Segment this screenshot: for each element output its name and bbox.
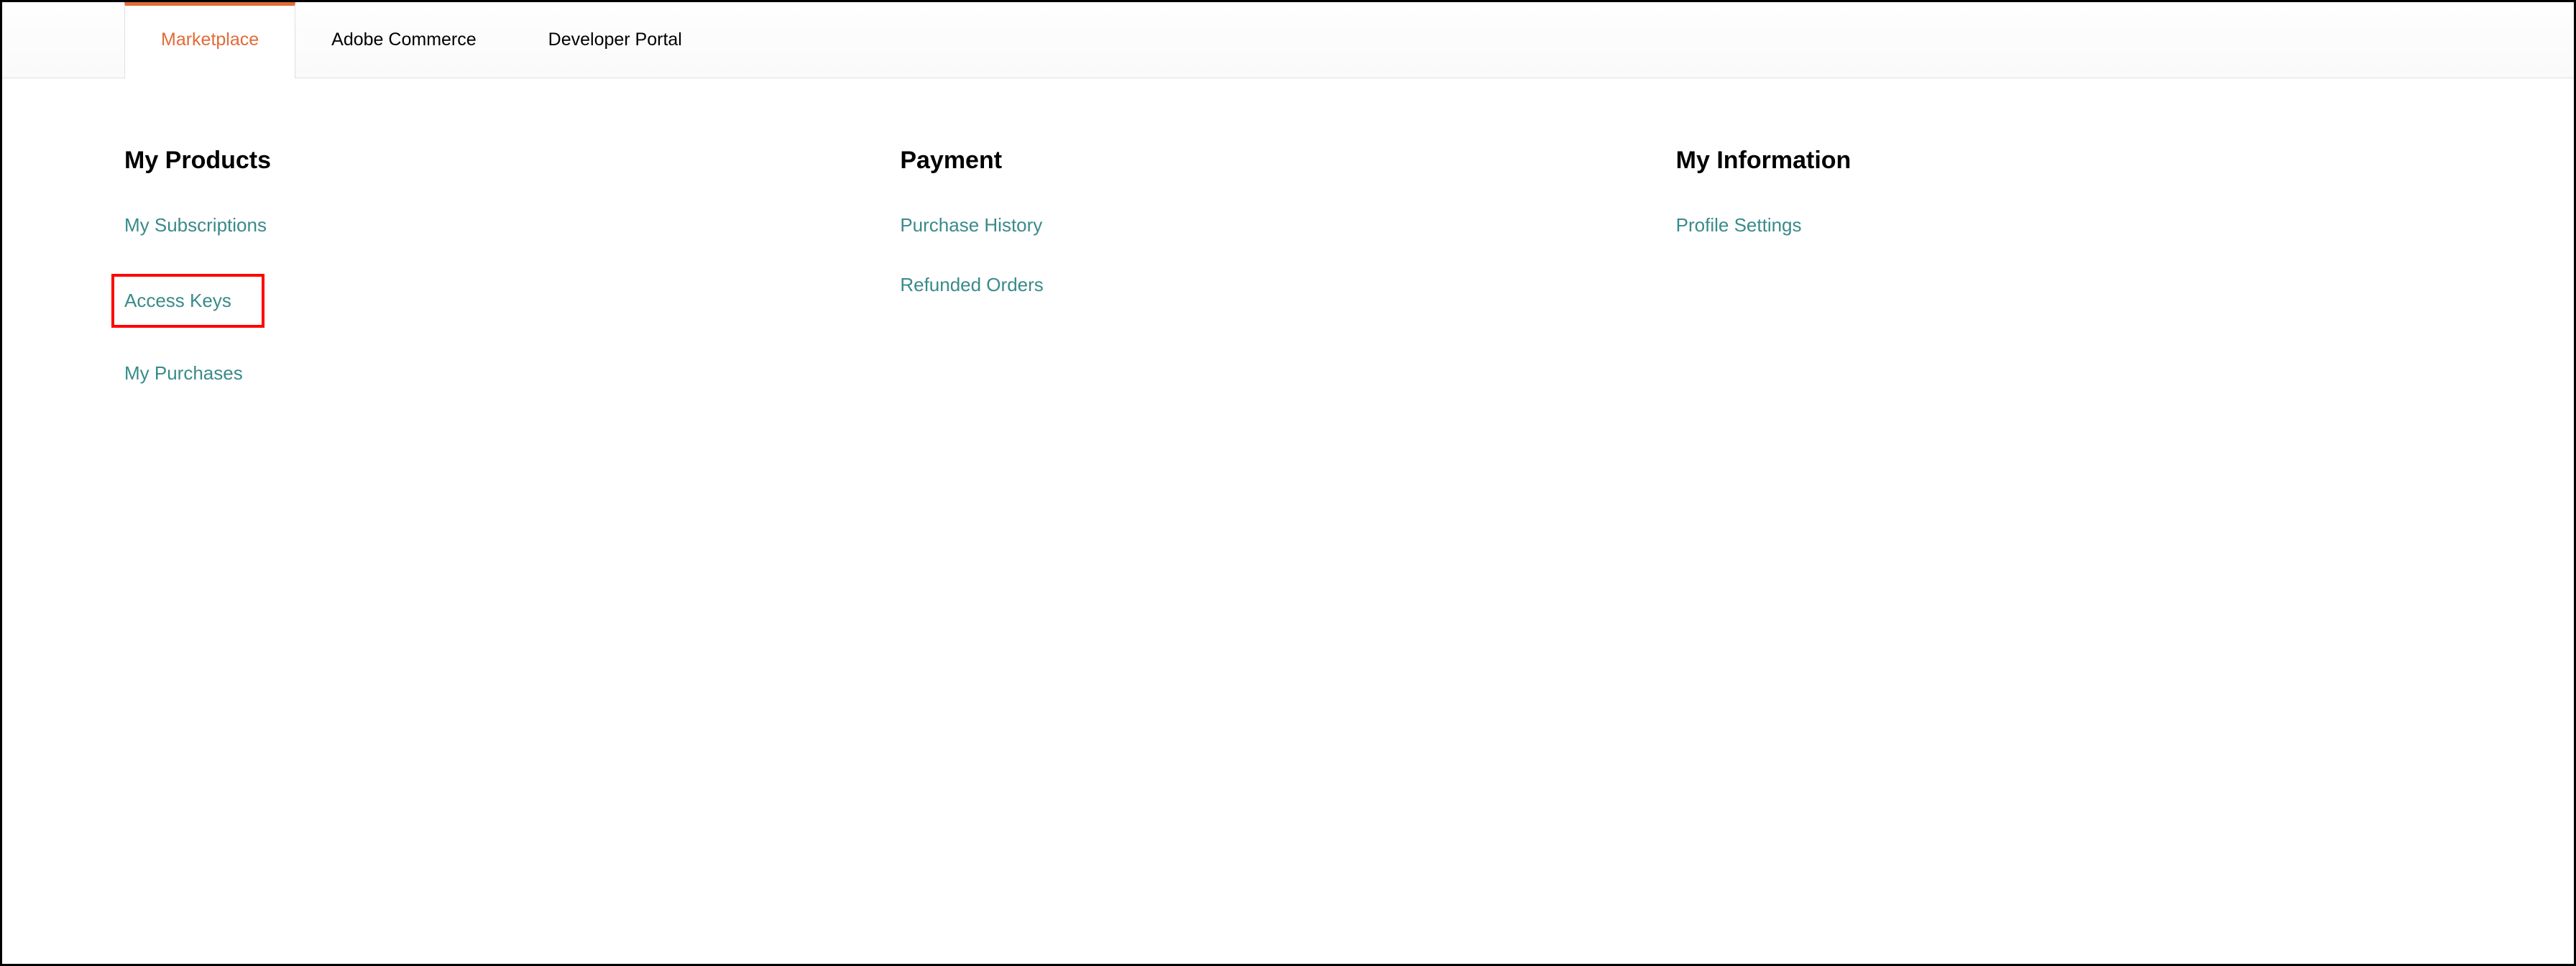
highlight-access-keys: Access Keys xyxy=(111,274,264,328)
content-area: My Products My Subscriptions Access Keys… xyxy=(2,78,2574,451)
column-my-information: My Information Profile Settings xyxy=(1676,147,2452,422)
column-payment: Payment Purchase History Refunded Orders xyxy=(900,147,1675,422)
heading-payment: Payment xyxy=(900,147,1675,175)
link-my-subscriptions[interactable]: My Subscriptions xyxy=(124,214,267,236)
heading-my-information: My Information xyxy=(1676,147,2452,175)
link-purchase-history[interactable]: Purchase History xyxy=(900,214,1042,236)
link-my-purchases[interactable]: My Purchases xyxy=(124,362,243,385)
column-my-products: My Products My Subscriptions Access Keys… xyxy=(124,147,900,422)
tab-developer-portal[interactable]: Developer Portal xyxy=(512,2,718,78)
tab-adobe-commerce[interactable]: Adobe Commerce xyxy=(295,2,512,78)
link-refunded-orders[interactable]: Refunded Orders xyxy=(900,274,1043,296)
tab-marketplace[interactable]: Marketplace xyxy=(124,2,295,78)
heading-my-products: My Products xyxy=(124,147,900,175)
link-access-keys[interactable]: Access Keys xyxy=(124,290,231,312)
tabs-bar: Marketplace Adobe Commerce Developer Por… xyxy=(2,2,2574,78)
link-profile-settings[interactable]: Profile Settings xyxy=(1676,214,1802,236)
